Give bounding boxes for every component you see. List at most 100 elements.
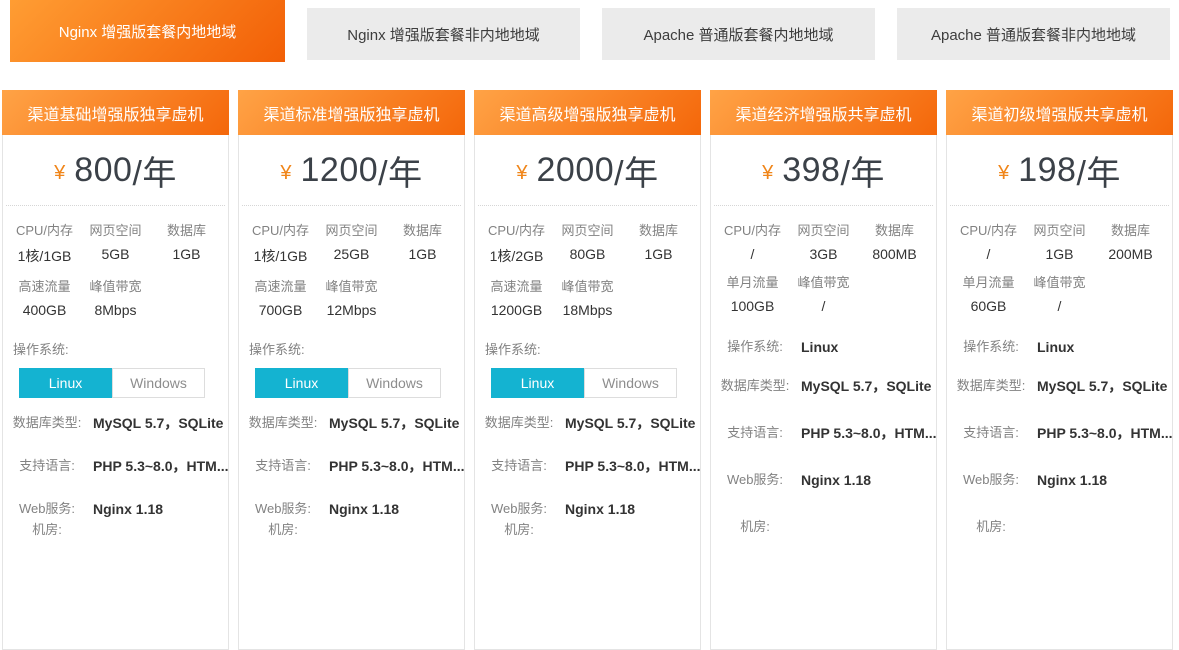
tab-apache-basic-non-mainland[interactable]: Apache 普通版套餐非内地地域 [897,8,1170,60]
detail-row-web-server: Web服务: Nginx 1.18 [481,500,694,519]
detail-row-datacenter: 机房: [245,521,458,539]
tab-nginx-enhanced-non-mainland[interactable]: Nginx 增强版套餐非内地地域 [307,8,580,60]
os-value: Linux [1037,338,1074,357]
detail-value: MySQL 5.7，SQLite [565,414,695,433]
spec-value-empty [623,302,694,318]
plan-cards-row: 渠道基础增强版独享虚机 ¥ 800 /年 CPU/内存 网页空间 数据库 1核/… [2,90,1173,650]
detail-row-database-type: 数据库类型: MySQL 5.7，SQLite [9,414,222,433]
detail-label: 支持语言: [9,457,85,475]
os-windows-button[interactable]: Windows [348,368,441,398]
detail-value: Nginx 1.18 [93,500,163,519]
spec-label: 峰值带宽 [788,272,859,298]
plan-price: ¥ 1200 /年 [242,135,461,206]
plan-details: 数据库类型: MySQL 5.7，SQLite 支持语言: PHP 5.3~8.… [245,414,458,538]
spec-grid-row2: 单月流量 峰值带宽 60GB / [953,272,1166,314]
tab-nginx-enhanced-mainland[interactable]: Nginx 增强版套餐内地地域 [10,0,285,62]
os-windows-button[interactable]: Windows [584,368,677,398]
detail-row-languages: 支持语言: PHP 5.3~8.0，HTM... [481,457,694,476]
os-toggle: Linux Windows [19,368,222,398]
spec-value-empty [1095,298,1166,314]
spec-value: 18Mbps [552,302,623,318]
price-value: 398 [782,151,840,190]
plan-card-advanced: 渠道高级增强版独享虚机 ¥ 2000 /年 CPU/内存 网页空间 数据库 1核… [474,90,701,650]
plan-specs: CPU/内存 网页空间 数据库 1核/1GB 5GB 1GB 高速流量 峰值带宽… [3,206,228,538]
spec-label: 单月流量 [953,272,1024,298]
spec-label: 网页空间 [552,220,623,246]
detail-value: PHP 5.3~8.0，HTM... [801,424,937,443]
spec-label-empty [151,276,222,302]
plan-specs: CPU/内存 网页空间 数据库 1核/2GB 80GB 1GB 高速流量 峰值带… [475,206,700,538]
detail-row-languages: 支持语言: PHP 5.3~8.0，HTM... [953,424,1166,443]
spec-label: CPU/内存 [717,220,788,246]
plan-specs: CPU/内存 网页空间 数据库 / 3GB 800MB 单月流量 峰值带宽 10… [711,206,936,535]
spec-grid-row2: 高速流量 峰值带宽 1200GB 18Mbps [481,276,694,318]
detail-label: Web服务: [481,500,557,518]
price-unit: /年 [132,146,176,195]
price-value: 800 [74,151,132,190]
detail-row-database-type: 数据库类型: MySQL 5.7，SQLite [481,414,694,433]
spec-value: 1GB [387,246,458,266]
plan-card-basic: 渠道基础增强版独享虚机 ¥ 800 /年 CPU/内存 网页空间 数据库 1核/… [2,90,229,650]
spec-value: 5GB [80,246,151,266]
detail-label: 支持语言: [245,457,321,475]
plan-price: ¥ 800 /年 [6,135,225,206]
detail-row-datacenter: 机房: [9,521,222,539]
detail-label: Web服务: [717,471,793,489]
detail-label: 机房: [9,521,85,539]
plan-card-standard: 渠道标准增强版独享虚机 ¥ 1200 /年 CPU/内存 网页空间 数据库 1核… [238,90,465,650]
os-value: Linux [801,338,838,357]
spec-label: CPU/内存 [481,220,552,246]
price-unit: /年 [378,146,422,195]
spec-value: 8Mbps [80,302,151,318]
spec-value: 1GB [151,246,222,266]
spec-value: 700GB [245,302,316,318]
plan-specs: CPU/内存 网页空间 数据库 1核/1GB 25GB 1GB 高速流量 峰值带… [239,206,464,538]
price-unit: /年 [614,146,658,195]
tab-apache-basic-mainland[interactable]: Apache 普通版套餐内地地域 [602,8,875,60]
spec-label: 单月流量 [717,272,788,298]
detail-label: 机房: [953,518,1029,536]
detail-value: Nginx 1.18 [1037,471,1107,490]
spec-label: CPU/内存 [953,220,1024,246]
spec-grid-row2: 单月流量 峰值带宽 100GB / [717,272,930,314]
detail-value: Nginx 1.18 [565,500,635,519]
spec-label: CPU/内存 [245,220,316,246]
plan-tabs: Nginx 增强版套餐内地地域 Nginx 增强版套餐非内地地域 Apache … [0,0,1179,62]
spec-value: 400GB [9,302,80,318]
os-label: 操作系统: [485,339,694,358]
spec-value: 1GB [623,246,694,266]
spec-label-empty [623,276,694,302]
detail-value: MySQL 5.7，SQLite [1037,377,1167,396]
os-row: 操作系统: Linux [717,338,930,357]
spec-grid-row1: CPU/内存 网页空间 数据库 1核/1GB 5GB 1GB [9,220,222,266]
spec-label: 数据库 [859,220,930,246]
detail-label: 支持语言: [953,424,1029,442]
spec-grid-row2: 高速流量 峰值带宽 400GB 8Mbps [9,276,222,318]
os-label: 操作系统: [717,338,793,356]
detail-label: 数据库类型: [953,377,1029,395]
spec-label: 峰值带宽 [1024,272,1095,298]
spec-value: 800MB [859,246,930,262]
detail-label: 支持语言: [717,424,793,442]
detail-value: MySQL 5.7，SQLite [93,414,223,433]
detail-row-languages: 支持语言: PHP 5.3~8.0，HTM... [717,424,930,443]
os-label: 操作系统: [13,339,222,358]
spec-label: 数据库 [151,220,222,246]
os-windows-button[interactable]: Windows [112,368,205,398]
spec-label: 峰值带宽 [316,276,387,302]
os-linux-button[interactable]: Linux [19,368,112,398]
price-unit: /年 [840,146,884,195]
spec-value-empty [859,298,930,314]
spec-label: 网页空间 [788,220,859,246]
detail-row-datacenter: 机房: [717,518,930,536]
os-linux-button[interactable]: Linux [491,368,584,398]
currency-symbol: ¥ [280,156,291,185]
os-linux-button[interactable]: Linux [255,368,348,398]
detail-label: 数据库类型: [481,414,557,432]
detail-row-database-type: 数据库类型: MySQL 5.7，SQLite [953,377,1166,396]
spec-grid-row1: CPU/内存 网页空间 数据库 1核/1GB 25GB 1GB [245,220,458,266]
spec-label-empty [859,272,930,298]
detail-label: Web服务: [953,471,1029,489]
spec-grid-row2: 高速流量 峰值带宽 700GB 12Mbps [245,276,458,318]
spec-value: / [953,246,1024,262]
